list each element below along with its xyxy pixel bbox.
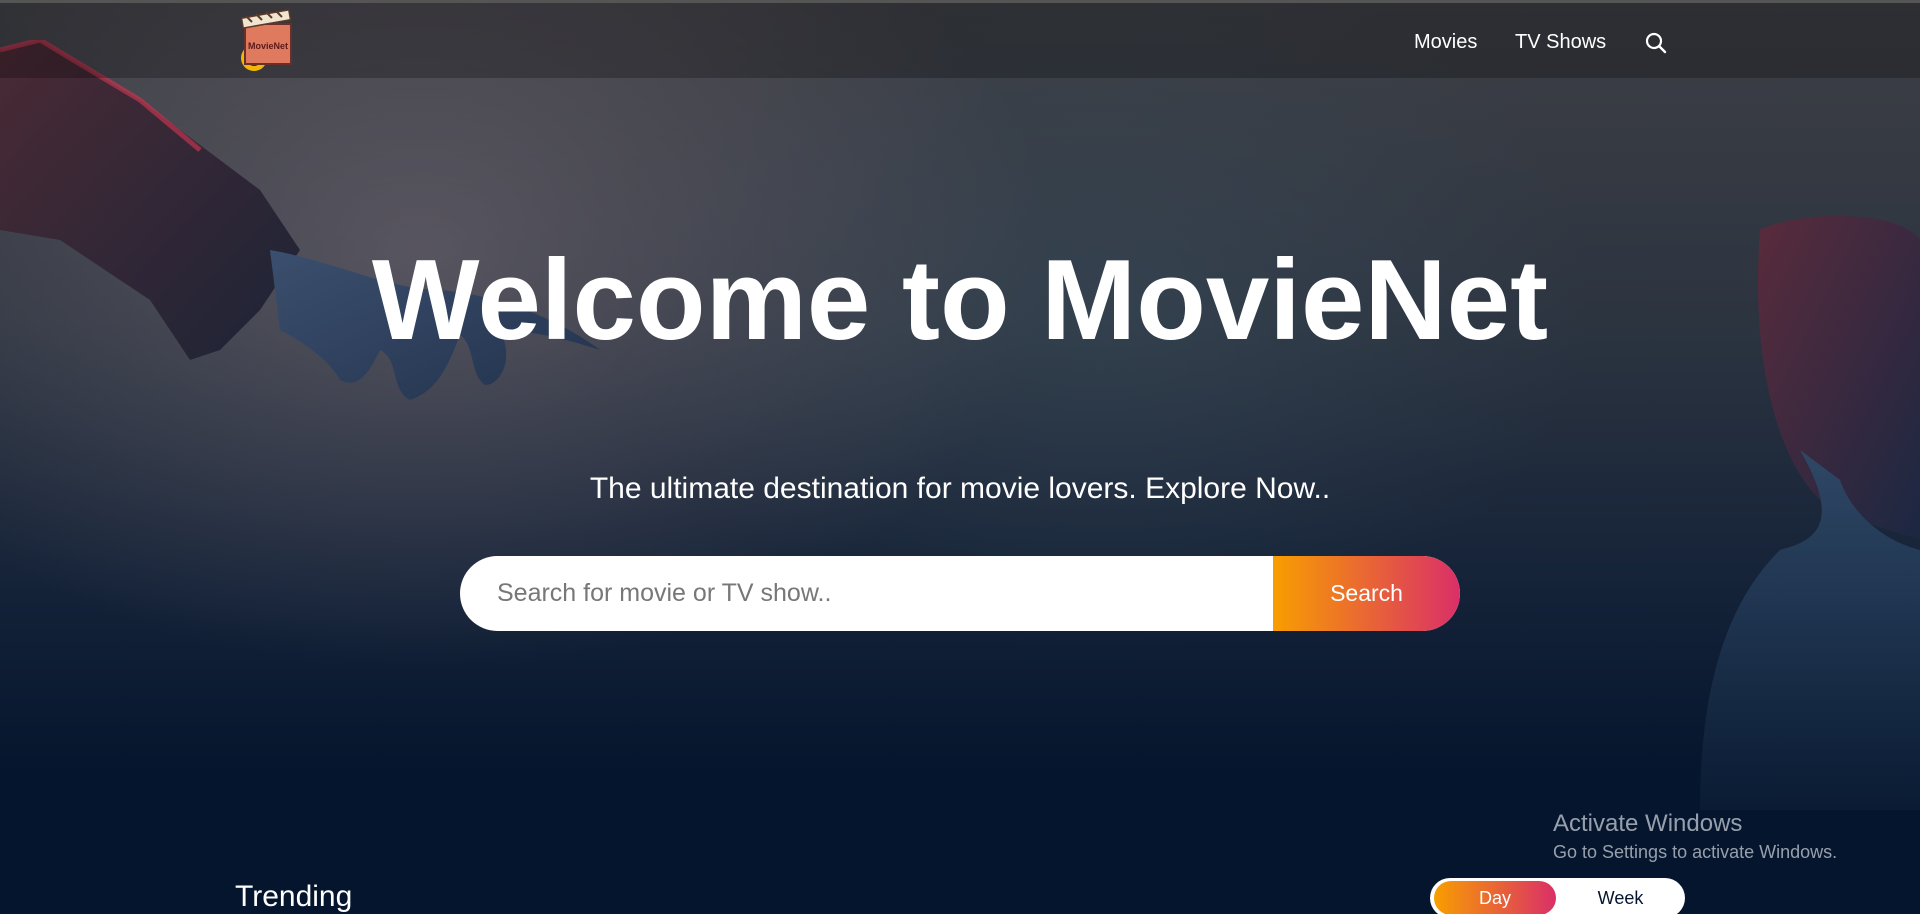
top-navbar: MovieNet Movies TV Shows [0, 3, 1920, 78]
trending-heading: Trending [235, 880, 353, 913]
search-bar: Search [460, 556, 1460, 631]
svg-text:MovieNet: MovieNet [248, 41, 288, 51]
search-icon[interactable] [1645, 32, 1667, 54]
nav-tv-shows-link[interactable]: TV Shows [1515, 31, 1606, 54]
toggle-day-option[interactable]: Day [1434, 881, 1556, 914]
movienet-logo[interactable]: MovieNet [236, 7, 296, 73]
search-input[interactable] [460, 556, 1275, 631]
trending-period-toggle: Day Week [1430, 878, 1685, 914]
nav-movies-link[interactable]: Movies [1414, 31, 1477, 54]
toggle-week-option[interactable]: Week [1560, 881, 1681, 914]
activate-windows-watermark: Activate Windows Go to Settings to activ… [1553, 810, 1837, 863]
hero-title: Welcome to MovieNet [371, 237, 1549, 364]
activate-windows-title: Activate Windows [1553, 810, 1743, 837]
search-button[interactable]: Search [1273, 556, 1460, 631]
hero-subtitle: The ultimate destination for movie lover… [589, 472, 1331, 505]
activate-windows-subtitle: Go to Settings to activate Windows. [1553, 842, 1838, 862]
